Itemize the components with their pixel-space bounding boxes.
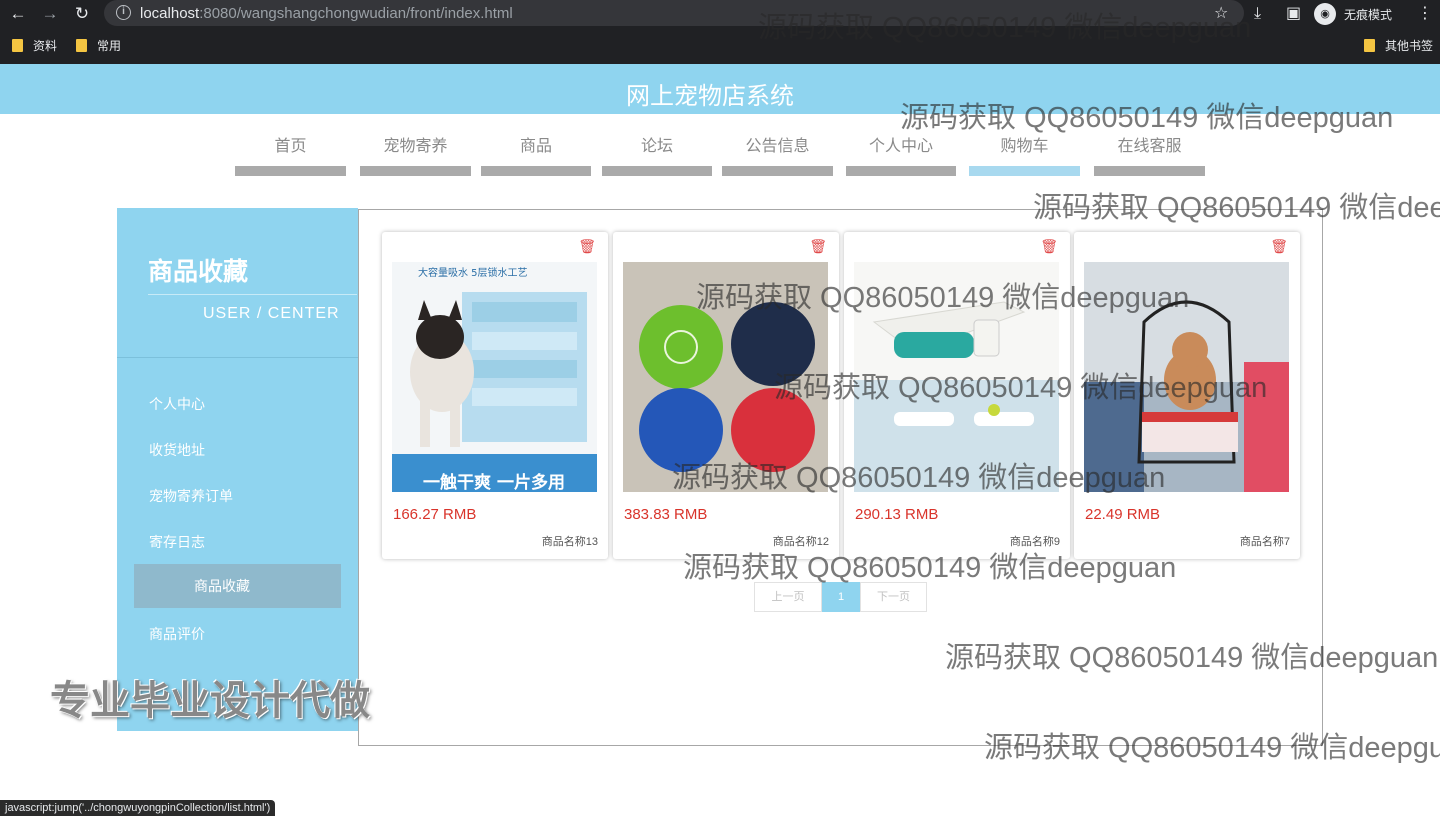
back-icon[interactable]: ← bbox=[8, 4, 28, 24]
sidebar-subtitle: USER / CENTER bbox=[203, 305, 340, 322]
folder-icon bbox=[1364, 39, 1375, 52]
product-name: 商品名称12 bbox=[772, 536, 829, 548]
sidebar-title: 商品收藏 bbox=[148, 258, 249, 286]
forward-icon[interactable]: → bbox=[40, 4, 60, 24]
status-url: javascript:jump('../chongwuyongpinCollec… bbox=[0, 800, 276, 816]
divider bbox=[117, 357, 358, 358]
user-sidebar: 商品收藏 USER / CENTER 个人中心 收货地址 宠物寄养订单 寄存日志… bbox=[117, 208, 358, 731]
reload-icon[interactable]: ↻ bbox=[72, 4, 92, 24]
product-image[interactable] bbox=[854, 262, 1059, 492]
product-image-caption: 大容量吸水 5层锁水工艺 bbox=[418, 266, 528, 279]
product-card[interactable]: 🗑 一触干爽 一片多用 大容量吸水 5层锁水工艺 166.27 RMB 商品名称… bbox=[382, 232, 608, 559]
delete-icon[interactable]: 🗑 bbox=[1270, 238, 1288, 255]
product-card[interactable]: 🗑 22.49 RMB 商品名称7 bbox=[1074, 232, 1300, 559]
product-price: 166.27 RMB bbox=[393, 506, 477, 523]
incognito-icon: ◉ bbox=[1314, 3, 1336, 25]
nav-user-center[interactable]: 个人中心 bbox=[846, 136, 956, 178]
download-icon[interactable]: ⤓ bbox=[1254, 4, 1261, 24]
nav-home[interactable]: 首页 bbox=[235, 136, 346, 178]
divider bbox=[148, 294, 357, 295]
folder-icon bbox=[12, 39, 23, 52]
folder-icon bbox=[76, 39, 87, 52]
product-card[interactable]: 🗑 383.83 RMB 商品名称12 bbox=[613, 232, 839, 559]
other-bookmarks[interactable]: 其他书签 bbox=[1364, 37, 1433, 54]
pagination: 上一页 1 下一页 bbox=[754, 582, 927, 612]
sidepanel-icon[interactable]: ▣ bbox=[1286, 4, 1301, 24]
bookmarks-bar: 资料 常用 其他书签 bbox=[0, 32, 1440, 58]
sidebar-item-storage-log[interactable]: 寄存日志 bbox=[149, 532, 205, 552]
page-1-button[interactable]: 1 bbox=[822, 582, 860, 612]
site-title: 网上宠物店系统 bbox=[626, 83, 794, 110]
sidebar-item-address[interactable]: 收货地址 bbox=[149, 440, 205, 460]
product-price: 22.49 RMB bbox=[1085, 506, 1161, 523]
product-price: 290.13 RMB bbox=[855, 506, 939, 523]
address-bar[interactable]: i localhost:8080/wangshangchongwudian/fr… bbox=[104, 0, 1244, 26]
sidebar-item-favorites[interactable]: 商品收藏 bbox=[134, 564, 341, 608]
product-image[interactable] bbox=[623, 262, 828, 492]
sidebar-item-reviews[interactable]: 商品评价 bbox=[149, 624, 205, 644]
nav-cart[interactable]: 购物车 bbox=[969, 136, 1080, 178]
nav-online-service[interactable]: 在线客服 bbox=[1094, 136, 1205, 178]
browser-toolbar: ← → ↻ i localhost:8080/wangshangchongwud… bbox=[0, 0, 1440, 64]
sidebar-item-boarding-orders[interactable]: 宠物寄养订单 bbox=[149, 486, 233, 506]
product-image[interactable]: 一触干爽 一片多用 大容量吸水 5层锁水工艺 bbox=[392, 262, 597, 492]
incognito-label: 无痕模式 bbox=[1344, 7, 1393, 22]
nav-products[interactable]: 商品 bbox=[481, 136, 591, 178]
product-name: 商品名称13 bbox=[541, 536, 598, 548]
product-price: 383.83 RMB bbox=[624, 506, 708, 523]
product-card[interactable]: 🗑 290.13 RMB 商品名称9 bbox=[844, 232, 1070, 559]
product-name: 商品名称7 bbox=[1239, 536, 1290, 548]
menu-icon[interactable]: ⋮ bbox=[1417, 4, 1433, 24]
product-image[interactable] bbox=[1084, 262, 1289, 492]
next-page-button[interactable]: 下一页 bbox=[860, 582, 927, 612]
product-name: 商品名称9 bbox=[1009, 536, 1060, 548]
promo-overlay: 专业毕业设计代做 bbox=[50, 679, 370, 723]
delete-icon[interactable]: 🗑 bbox=[578, 238, 596, 255]
delete-icon[interactable]: 🗑 bbox=[1040, 238, 1058, 255]
bookmark-folder[interactable]: 常用 bbox=[76, 37, 121, 54]
url-text: localhost:8080/wangshangchongwudian/fron… bbox=[140, 5, 513, 22]
nav-pet-boarding[interactable]: 宠物寄养 bbox=[360, 136, 471, 178]
star-icon[interactable]: ☆ bbox=[1214, 4, 1228, 24]
incognito-indicator[interactable]: ◉ 无痕模式 bbox=[1314, 2, 1392, 26]
bookmark-folder[interactable]: 资料 bbox=[12, 37, 57, 54]
sidebar-item-user-center[interactable]: 个人中心 bbox=[149, 394, 205, 414]
prev-page-button[interactable]: 上一页 bbox=[754, 582, 822, 612]
delete-icon[interactable]: 🗑 bbox=[809, 238, 827, 255]
site-header: 网上宠物店系统 bbox=[0, 64, 1440, 114]
product-image-tagline: 一触干爽 一片多用 bbox=[423, 472, 565, 492]
nav-announcements[interactable]: 公告信息 bbox=[722, 136, 833, 178]
nav-forum[interactable]: 论坛 bbox=[602, 136, 712, 178]
info-icon[interactable]: i bbox=[116, 5, 131, 20]
